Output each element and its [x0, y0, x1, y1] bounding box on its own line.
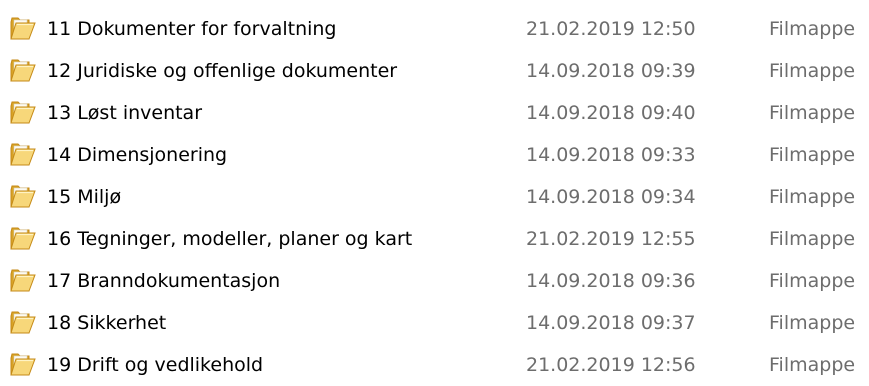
file-name: 12 Juridiske og offenlige dokumenter — [47, 60, 398, 82]
folder-icon — [10, 59, 36, 82]
folder-icon — [10, 17, 36, 40]
file-modified-date: 14.09.2018 09:36 — [526, 270, 696, 292]
file-modified-date: 14.09.2018 09:40 — [526, 102, 696, 124]
file-type: Filmappe — [769, 312, 856, 334]
file-type: Filmappe — [769, 228, 856, 250]
file-row[interactable]: 14 Dimensjonering 14.09.2018 09:33 Filma… — [0, 134, 869, 176]
file-name: 18 Sikkerhet — [47, 312, 167, 334]
file-modified-date: 14.09.2018 09:39 — [526, 60, 696, 82]
file-name: 13 Løst inventar — [47, 102, 203, 124]
file-row[interactable]: 12 Juridiske og offenlige dokumenter 14.… — [0, 50, 869, 92]
file-row[interactable]: 15 Miljø 14.09.2018 09:34 Filmappe — [0, 176, 869, 218]
file-type: Filmappe — [769, 18, 856, 40]
file-name: 14 Dimensjonering — [47, 144, 228, 166]
file-list: 11 Dokumenter for forvaltning 21.02.2019… — [0, 0, 869, 378]
file-name: 16 Tegninger, modeller, planer og kart — [47, 228, 413, 250]
file-type: Filmappe — [769, 270, 856, 292]
folder-icon — [10, 269, 36, 292]
file-row[interactable]: 19 Drift og vedlikehold 21.02.2019 12:56… — [0, 344, 869, 386]
file-name: 19 Drift og vedlikehold — [47, 354, 264, 376]
file-row[interactable]: 17 Branndokumentasjon 14.09.2018 09:36 F… — [0, 260, 869, 302]
folder-icon — [10, 185, 36, 208]
folder-icon — [10, 101, 36, 124]
file-modified-date: 14.09.2018 09:37 — [526, 312, 696, 334]
folder-icon — [10, 353, 36, 376]
file-name: 17 Branndokumentasjon — [47, 270, 281, 292]
file-modified-date: 21.02.2019 12:56 — [526, 354, 696, 376]
folder-icon — [10, 311, 36, 334]
file-type: Filmappe — [769, 354, 856, 376]
file-row[interactable]: 16 Tegninger, modeller, planer og kart 2… — [0, 218, 869, 260]
file-modified-date: 21.02.2019 12:50 — [526, 18, 696, 40]
folder-icon — [10, 143, 36, 166]
file-type: Filmappe — [769, 186, 856, 208]
file-name: 15 Miljø — [47, 186, 122, 208]
file-modified-date: 14.09.2018 09:34 — [526, 186, 696, 208]
file-modified-date: 21.02.2019 12:55 — [526, 228, 696, 250]
folder-icon — [10, 227, 36, 250]
file-type: Filmappe — [769, 60, 856, 82]
file-type: Filmappe — [769, 102, 856, 124]
file-name: 11 Dokumenter for forvaltning — [47, 18, 337, 40]
file-type: Filmappe — [769, 144, 856, 166]
file-modified-date: 14.09.2018 09:33 — [526, 144, 696, 166]
file-row[interactable]: 13 Løst inventar 14.09.2018 09:40 Filmap… — [0, 92, 869, 134]
file-row[interactable]: 11 Dokumenter for forvaltning 21.02.2019… — [0, 8, 869, 50]
file-row[interactable]: 18 Sikkerhet 14.09.2018 09:37 Filmappe — [0, 302, 869, 344]
